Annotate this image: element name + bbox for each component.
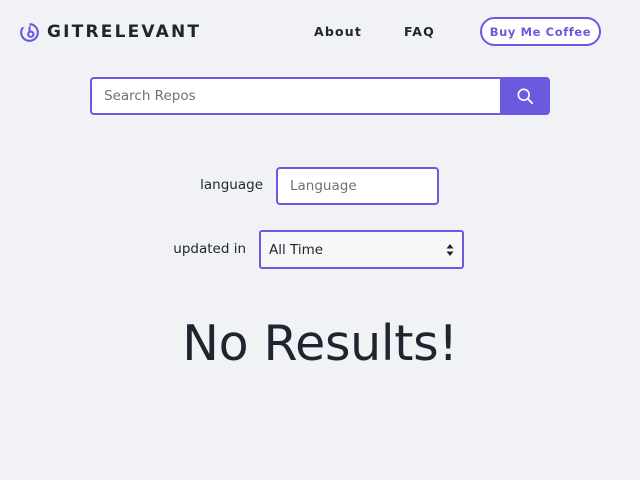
nav-about-link[interactable]: About — [314, 24, 362, 40]
search-icon — [517, 88, 533, 105]
updated-in-selected-value: All Time — [269, 241, 324, 258]
logo[interactable]: GITRELEVANT — [19, 21, 201, 43]
language-label: language — [200, 177, 263, 193]
nav-faq-link[interactable]: FAQ — [404, 24, 435, 40]
updated-in-select[interactable]: All Time — [259, 230, 464, 269]
no-results-message: No Results! — [182, 315, 458, 372]
buy-me-coffee-button[interactable]: Buy Me Coffee — [480, 17, 601, 46]
spiral-logo-icon — [19, 21, 39, 42]
logo-text: GITRELEVANT — [47, 22, 202, 42]
search-repos-input[interactable] — [90, 77, 501, 115]
updated-in-label: updated in — [173, 241, 246, 257]
select-arrows-icon — [446, 243, 454, 256]
language-input[interactable] — [276, 167, 439, 205]
search-button[interactable] — [500, 77, 550, 115]
